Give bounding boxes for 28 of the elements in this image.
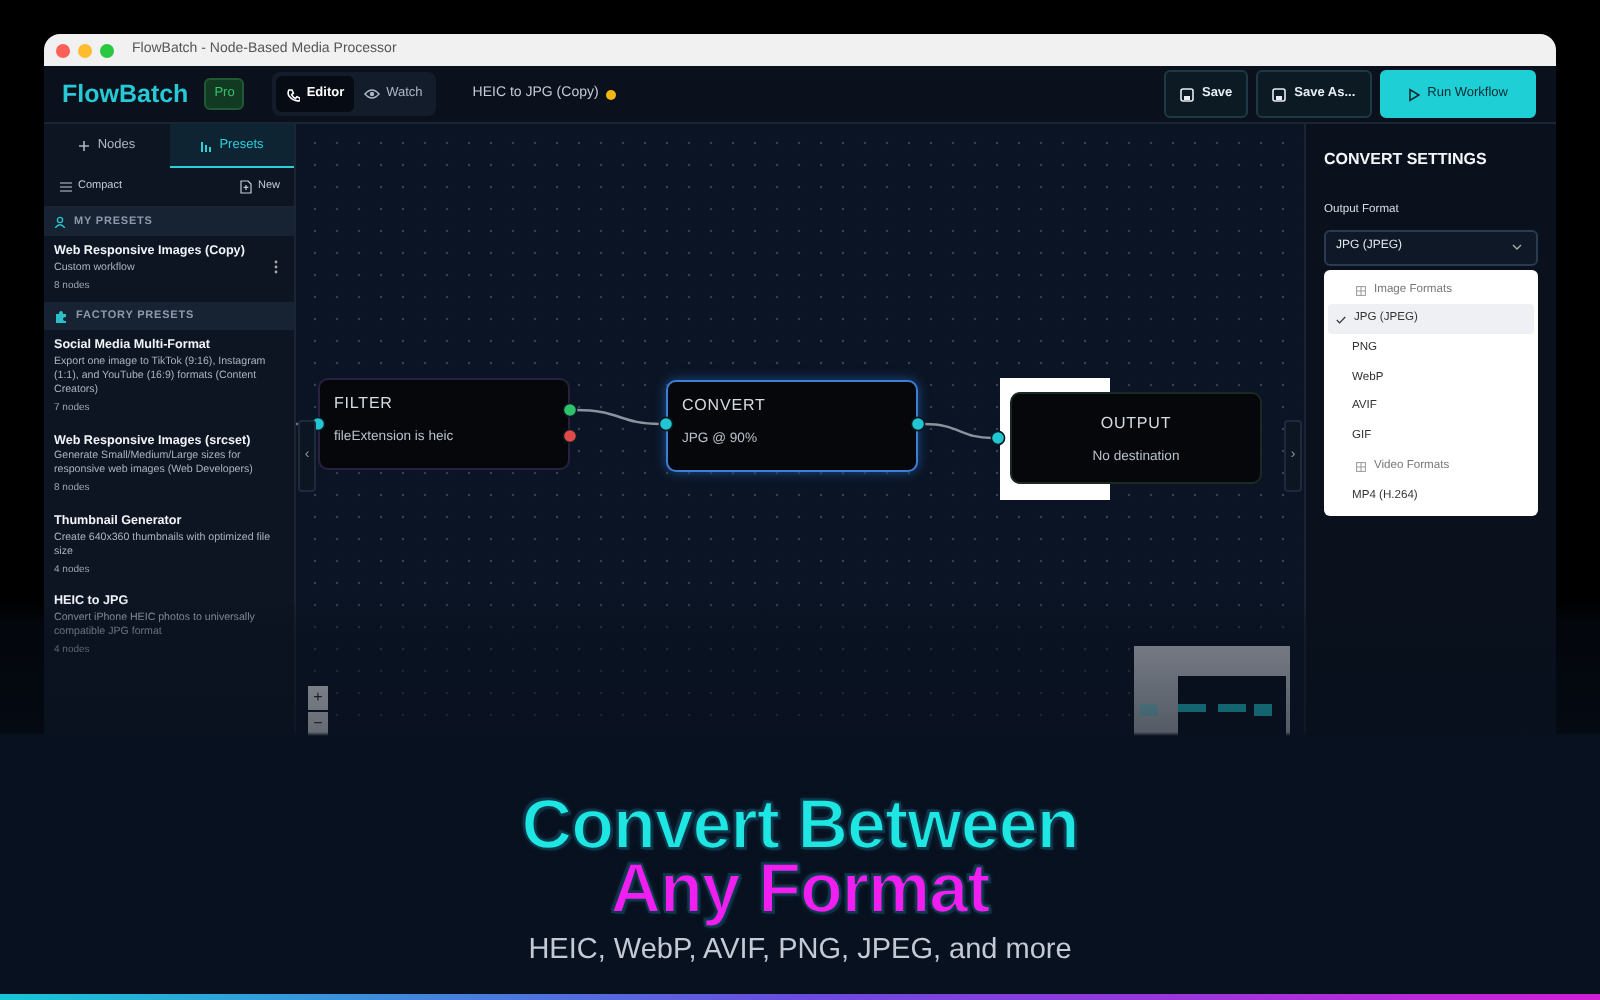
bar-chart-icon [199,139,212,151]
list-icon [60,182,72,192]
grid-icon [1356,461,1366,472]
output-port[interactable] [910,416,926,432]
check-icon [1336,315,1346,324]
plus-icon [77,139,90,151]
input-port[interactable] [990,430,1006,446]
eye-icon [364,88,381,100]
zoom-in-button[interactable]: + [308,686,328,710]
chevron-down-icon [1512,244,1522,251]
play-icon [1407,87,1420,101]
grid-icon [1356,285,1366,296]
node-title: FILTER [334,392,395,416]
puzzle-icon [54,309,68,324]
new-file-icon [239,180,252,194]
node-title: OUTPUT [1098,412,1174,436]
connector [923,422,993,440]
close-button[interactable] [56,43,70,57]
panel-title: CONVERT SETTINGS [1324,148,1489,172]
person-icon [54,216,66,228]
node-title: CONVERT [682,394,768,418]
connector [575,408,661,426]
headline: Convert Between [521,794,1079,858]
input-port[interactable] [658,416,674,432]
headline: Any Format [610,858,990,922]
subtitle: HEIC, WebP, AVIF, PNG, JPEG, and more [528,932,1072,970]
phone-icon [286,87,301,101]
app-logo: FlowBatch [62,77,189,112]
